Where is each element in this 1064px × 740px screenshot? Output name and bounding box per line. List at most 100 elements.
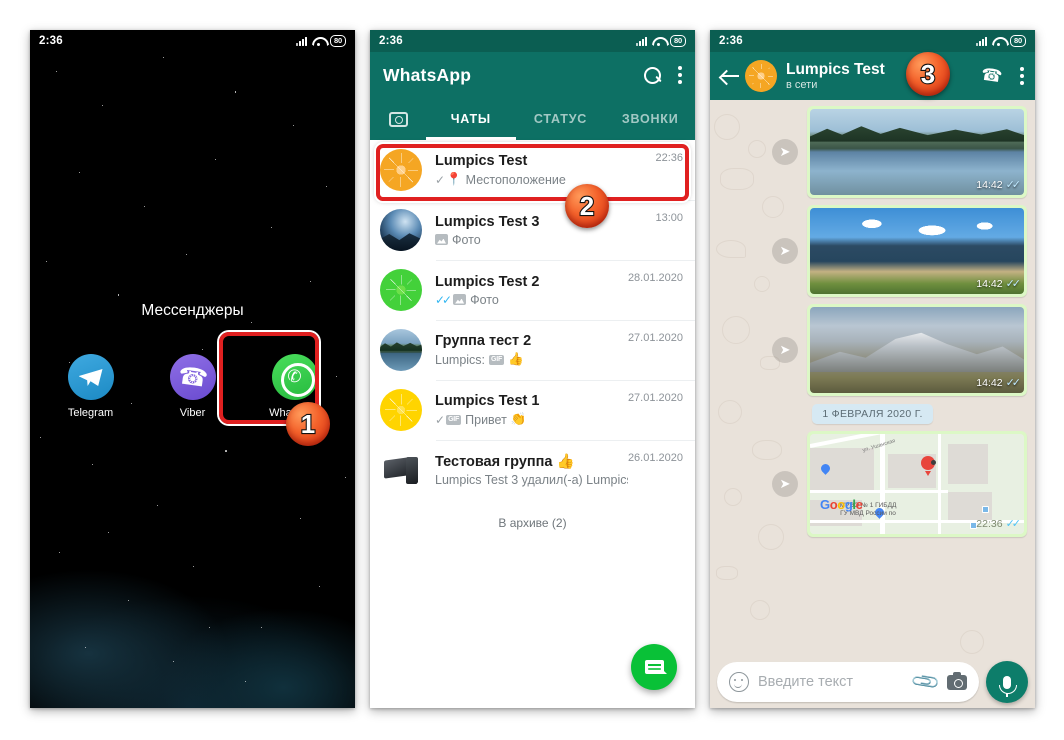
microphone-button[interactable] xyxy=(986,661,1028,703)
google-logo: Google xyxy=(820,497,863,512)
read-tick-icon: ✓✓ xyxy=(1005,278,1022,290)
preview-text: Фото xyxy=(470,292,499,307)
chat-preview: ✓ 📍 Местоположение xyxy=(435,172,655,187)
phone-call-icon[interactable]: ☎ xyxy=(980,65,1004,88)
map-preview: ул. Ушанская МРЭО № 1 ГИБДД ГУ МВД Росси… xyxy=(810,434,1024,534)
search-icon[interactable] xyxy=(644,66,661,84)
status-bar: 2:36 80 xyxy=(370,30,695,52)
chat-name: Lumpics Test 3 xyxy=(435,213,540,230)
emoji-icon[interactable] xyxy=(729,672,749,692)
signal-bars-icon xyxy=(296,36,308,46)
microphone-icon xyxy=(999,675,1017,697)
chat-list-item[interactable]: Lumpics Test 2 ✓✓ Фото 28.01.2020 xyxy=(370,260,695,320)
chat-time: 27.01.2020 xyxy=(627,392,683,404)
photo-icon xyxy=(435,234,448,245)
back-arrow-icon[interactable] xyxy=(721,69,739,83)
forward-arrow-icon[interactable] xyxy=(772,238,798,264)
step-badge-2: 2 xyxy=(565,184,609,228)
map-pin-dot xyxy=(930,460,936,465)
kebab-menu-icon[interactable] xyxy=(1020,67,1024,85)
message-meta: 22:36 ✓✓ xyxy=(976,517,1021,531)
chat-preview: Lumpics Test 3 удалил(-а) Lumpics Test xyxy=(435,473,628,487)
tab-calls[interactable]: ЗВОНКИ xyxy=(605,98,695,140)
phone-panel-chatlist: 2:36 80 WhatsApp ЧАТЫ СТАТУС ЗВОНКИ Lump… xyxy=(370,30,695,708)
tab-status[interactable]: СТАТУС xyxy=(516,98,606,140)
image-message-bubble[interactable]: 14:42 ✓✓ xyxy=(807,205,1027,297)
tab-chats[interactable]: ЧАТЫ xyxy=(426,98,516,140)
location-message-bubble[interactable]: ул. Ушанская МРЭО № 1 ГИБДД ГУ МВД Росси… xyxy=(807,431,1027,537)
signal-bars-icon xyxy=(636,36,648,46)
message-input-placeholder: Введите текст xyxy=(758,674,854,690)
message-input-bar: Введите текст 📎 xyxy=(710,656,1035,708)
preview-sender: Lumpics: xyxy=(435,352,486,367)
viber-icon xyxy=(169,354,216,400)
avatar xyxy=(380,209,422,251)
status-bar-icons: 80 xyxy=(296,35,346,47)
preview-text: Местоположение xyxy=(465,172,566,187)
forward-arrow-icon[interactable] xyxy=(772,337,798,363)
foggy-lake-photo: 14:42 ✓✓ xyxy=(810,109,1024,195)
read-tick-icon: ✓ xyxy=(435,172,445,187)
step-badge-1: 1 xyxy=(286,402,330,446)
app-bar: WhatsApp xyxy=(370,52,695,98)
tab-camera[interactable] xyxy=(370,98,426,140)
app-bar-actions xyxy=(644,66,682,84)
image-message-bubble[interactable]: 14:42 ✓✓ xyxy=(807,106,1027,198)
read-tick-icon: ✓✓ xyxy=(435,292,452,307)
avatar xyxy=(380,329,422,371)
chat-list-item[interactable]: Группа тест 2 Lumpics: GIF 👍 27.01.2020 xyxy=(370,320,695,380)
wifi-icon xyxy=(992,36,1005,46)
telegram-icon xyxy=(67,354,114,400)
kebab-menu-icon[interactable] xyxy=(678,66,682,84)
phone-panel-homescreen: 2:36 80 Мессенджеры Telegram ☎ Viber ✆ xyxy=(30,30,355,708)
preview-text: Фото xyxy=(452,232,481,247)
contact-name: Lumpics Test xyxy=(786,60,885,78)
whatsapp-icon xyxy=(271,354,318,400)
map-road xyxy=(880,434,885,534)
preview-emoji: 👏 xyxy=(510,412,527,426)
avatar[interactable] xyxy=(745,60,777,92)
chat-list-item[interactable]: Lumpics Test 3 Фото 13:00 xyxy=(370,200,695,260)
new-chat-fab[interactable] xyxy=(631,644,677,690)
avatar xyxy=(380,149,422,191)
app-label: Telegram xyxy=(67,407,114,419)
preview-text: Lumpics Test 3 удалил(-а) Lumpics Test xyxy=(435,473,628,487)
preview-text: Привет xyxy=(465,412,507,427)
forward-arrow-icon[interactable] xyxy=(772,471,798,497)
message-row: 14:42 ✓✓ xyxy=(718,106,1027,198)
read-tick-icon: ✓✓ xyxy=(1005,179,1022,191)
avatar xyxy=(380,449,422,491)
camera-icon[interactable] xyxy=(947,671,967,690)
app-viber[interactable]: Viber xyxy=(153,342,233,419)
map-block xyxy=(810,448,874,492)
chat-name: Lumpics Test xyxy=(435,153,528,169)
map-road xyxy=(810,490,948,493)
paperclip-icon[interactable]: 📎 xyxy=(909,665,943,699)
contact-header[interactable]: Lumpics Test в сети xyxy=(786,61,885,92)
conversation-actions: ☎ xyxy=(980,65,1024,88)
message-input-field[interactable]: Введите текст 📎 xyxy=(717,662,979,702)
message-meta: 14:42 ✓✓ xyxy=(976,178,1022,192)
chat-name: Группа тест 2 xyxy=(435,333,532,349)
status-bar-time: 2:36 xyxy=(719,35,743,47)
image-message-bubble[interactable]: 14:42 ✓✓ xyxy=(807,304,1027,396)
signal-bars-icon xyxy=(976,36,988,46)
screenshot-stage: 2:36 80 Мессенджеры Telegram ☎ Viber ✆ 2… xyxy=(0,0,1064,740)
chat-list-item[interactable]: Lumpics Test ✓ 📍 Местоположение 22:36 xyxy=(370,140,695,200)
sea-coast-photo: 14:42 ✓✓ xyxy=(810,208,1024,294)
app-telegram[interactable]: Telegram xyxy=(51,342,131,419)
chat-name-emoji: 👍 xyxy=(556,454,575,470)
chat-list-item[interactable]: Тестовая группа 👍 Lumpics Test 3 удалил(… xyxy=(370,440,695,500)
chat-list-item[interactable]: Lumpics Test 1 ✓ GIF Привет 👏 27.01.2020 xyxy=(370,380,695,440)
forward-arrow-icon[interactable] xyxy=(772,139,798,165)
archived-label[interactable]: В архиве (2) xyxy=(370,500,695,530)
status-bar-time: 2:36 xyxy=(39,35,63,47)
chat-name: Тестовая группа 👍 xyxy=(435,453,628,471)
chat-time: 28.01.2020 xyxy=(627,272,683,284)
battery-icon: 80 xyxy=(1010,35,1026,47)
chat-name: Lumpics Test 2 xyxy=(435,273,540,290)
read-tick-icon: ✓✓ xyxy=(1005,377,1022,389)
wifi-icon xyxy=(652,36,665,46)
chat-preview: Фото xyxy=(435,233,655,247)
chat-time: 26.01.2020 xyxy=(627,452,683,464)
